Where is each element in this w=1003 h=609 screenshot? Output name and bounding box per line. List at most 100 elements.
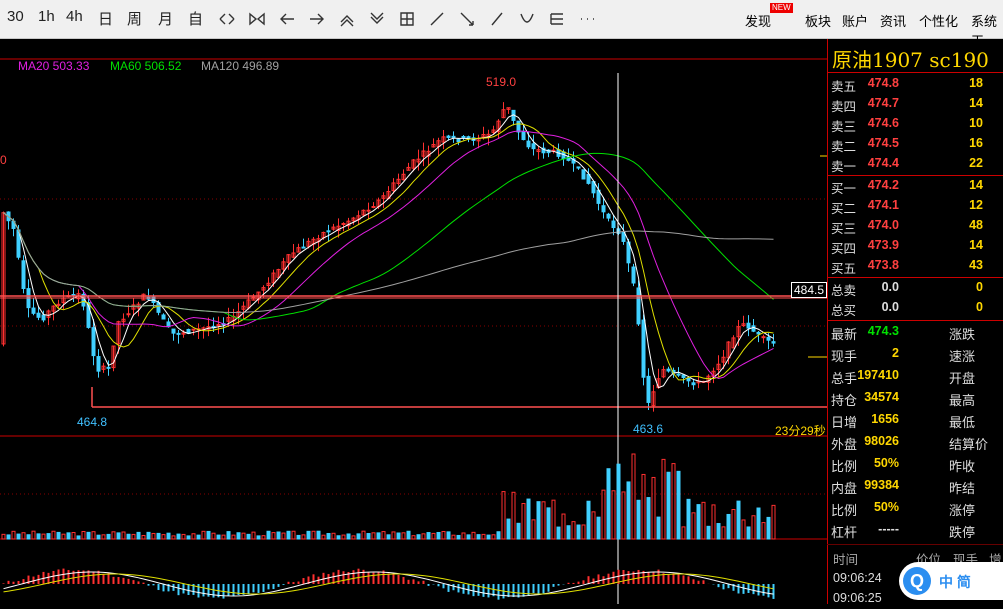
candlestick-chart[interactable]: [0, 39, 827, 604]
period-month-button[interactable]: 月: [158, 8, 173, 29]
volume-bar: [666, 471, 671, 540]
volume-bar: [696, 504, 701, 540]
bid-row[interactable]: 买四 473.9 14: [827, 236, 1003, 256]
arrow-right-icon[interactable]: [308, 10, 326, 28]
arrow-down-icon[interactable]: [368, 10, 386, 28]
expand-horizontal-icon[interactable]: [218, 10, 236, 28]
volume-bar: [131, 533, 136, 540]
volume-bar: [466, 534, 471, 540]
volume-bar: [481, 533, 486, 540]
volume-bar: [411, 535, 416, 540]
stat-row: 比例 50% 涨停: [827, 498, 1003, 520]
volume-bar: [121, 531, 126, 540]
volume-bar: [396, 532, 401, 540]
volume-bar: [721, 526, 726, 540]
volume-bar: [651, 476, 656, 540]
stat-label-2: 最低: [949, 415, 976, 430]
bid-row[interactable]: 买二 474.1 12: [827, 196, 1003, 216]
more-icon[interactable]: [578, 10, 596, 28]
volume-bar: [291, 530, 296, 540]
row-label: 卖三: [831, 120, 857, 134]
period-30min-button[interactable]: 30: [7, 8, 24, 25]
low-price-label-left: 464.8: [77, 415, 108, 429]
row-label: 卖五: [831, 80, 857, 94]
menu-news[interactable]: 资讯: [880, 11, 906, 30]
row-volume: 16: [969, 136, 983, 150]
volume-bar: [111, 531, 116, 540]
volume-bar: [691, 512, 696, 540]
arrow-left-icon[interactable]: [278, 10, 296, 28]
total-row[interactable]: 总卖 0.0 0: [827, 278, 1003, 298]
menu-discover[interactable]: 发现: [745, 11, 771, 30]
stat-value: 50%: [873, 500, 899, 514]
stat-label: 持仓: [831, 393, 858, 408]
volume-bar: [366, 533, 371, 540]
period-day-button[interactable]: 日: [98, 8, 113, 29]
compress-horizontal-icon[interactable]: [248, 10, 266, 28]
row-price: 473.9: [867, 238, 899, 252]
volume-bar: [151, 532, 156, 540]
total-row[interactable]: 总买 0.0 0: [827, 298, 1003, 318]
slash-tool-icon[interactable]: [488, 10, 506, 28]
volume-bar: [126, 533, 131, 540]
menu-sectors[interactable]: 板块: [805, 11, 831, 30]
line-tool-icon[interactable]: [428, 10, 446, 28]
bid-row[interactable]: 买一 474.2 14: [827, 176, 1003, 196]
arc-tool-icon[interactable]: [518, 10, 536, 28]
stat-label: 外盘: [831, 437, 858, 452]
ask-row[interactable]: 卖一 474.4 22: [827, 154, 1003, 174]
candle-body: [91, 327, 96, 357]
candle-body: [451, 135, 456, 139]
ask-row[interactable]: 卖三 474.6 10: [827, 114, 1003, 134]
row-label: 买三: [831, 222, 857, 236]
volume-bar: [71, 532, 76, 540]
stat-value: 98026: [864, 434, 899, 448]
volume-bar: [726, 513, 731, 540]
row-label: 总买: [831, 304, 857, 318]
period-week-button[interactable]: 周: [127, 8, 142, 29]
input-method-badge[interactable]: Q 中 简: [899, 562, 1003, 600]
row-label: 卖四: [831, 100, 857, 114]
new-badge: NEW: [770, 3, 793, 13]
volume-bar: [16, 533, 21, 540]
candle-body: [756, 331, 761, 335]
candle-body: [21, 260, 26, 289]
candle-body: [366, 209, 371, 212]
volume-bar: [241, 532, 246, 540]
period-custom-button[interactable]: 自: [188, 8, 203, 29]
row-price: 0.0: [881, 280, 899, 294]
period-4h-button[interactable]: 4h: [66, 8, 83, 25]
stat-row: 杠杆 ----- 跌停: [827, 520, 1003, 542]
volume-bar: [521, 503, 526, 540]
row-volume: 18: [969, 76, 983, 90]
ray-tool-icon[interactable]: [458, 10, 476, 28]
candle-body: [301, 246, 306, 249]
menu-personalize[interactable]: 个性化: [919, 11, 958, 30]
menu-account[interactable]: 账户: [842, 11, 868, 30]
stat-label: 现手: [831, 349, 858, 364]
candle-body: [36, 312, 41, 318]
period-1h-button[interactable]: 1h: [38, 8, 55, 25]
layout-icon[interactable]: [398, 10, 416, 28]
row-label: 总卖: [831, 284, 857, 298]
stat-row: 外盘 98026 结算价: [827, 432, 1003, 454]
candle-body: [691, 382, 696, 386]
ma120-legend: MA120 496.89: [201, 59, 280, 73]
ask-row[interactable]: 卖四 474.7 14: [827, 94, 1003, 114]
stat-label-2: 速涨: [949, 349, 976, 364]
volume-bar: [426, 532, 431, 540]
text-tool-icon[interactable]: [548, 10, 566, 28]
volume-bar: [236, 532, 241, 540]
volume-bar: [356, 533, 361, 540]
bid-row[interactable]: 买五 473.8 43: [827, 256, 1003, 276]
countdown-label: 23分29秒: [775, 424, 826, 438]
stat-row: 比例 50% 昨收: [827, 454, 1003, 476]
ask-row[interactable]: 卖五 474.8 18: [827, 74, 1003, 94]
ask-row[interactable]: 卖二 474.5 16: [827, 134, 1003, 154]
bid-row[interactable]: 买三 474.0 48: [827, 216, 1003, 236]
stat-value: 1656: [871, 412, 899, 426]
volume-bar: [616, 463, 621, 540]
volume-bar: [156, 532, 161, 540]
arrow-up-icon[interactable]: [338, 10, 356, 28]
volume-bar: [596, 516, 601, 540]
